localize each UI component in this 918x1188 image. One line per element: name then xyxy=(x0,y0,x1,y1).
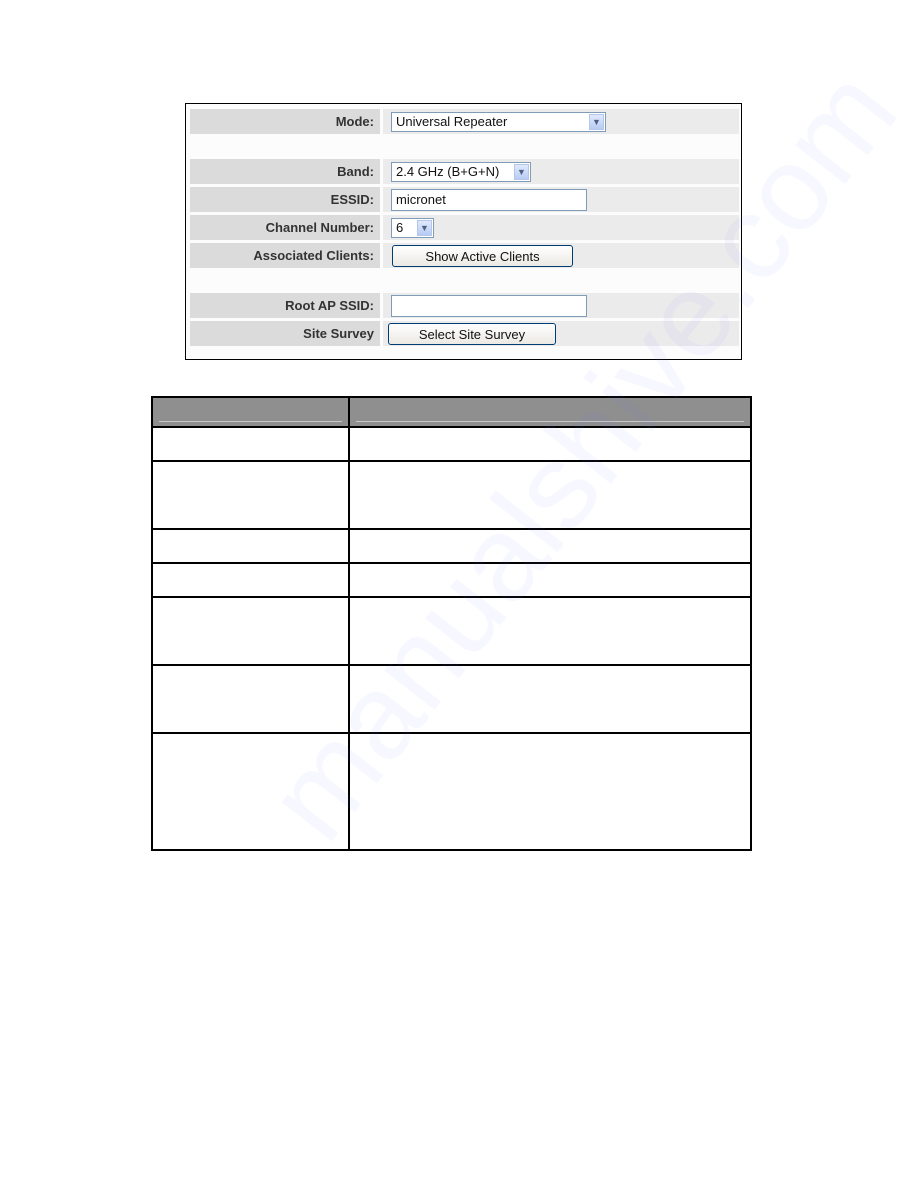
show-active-clients-button[interactable]: Show Active Clients xyxy=(392,245,573,267)
clients-label: Associated Clients: xyxy=(190,243,380,268)
table-cell xyxy=(348,732,752,851)
band-row: Band: 2.4 GHz (B+G+N) ▼ xyxy=(190,159,739,184)
table-cell xyxy=(151,528,350,564)
site-survey-label: Site Survey xyxy=(190,321,380,346)
wireless-settings-panel: Mode: Universal Repeater ▼ Band: 2.4 GHz… xyxy=(185,103,742,360)
table-cell xyxy=(151,664,350,734)
table-row xyxy=(151,596,752,666)
channel-select[interactable]: 6 ▼ xyxy=(391,218,434,238)
band-label: Band: xyxy=(190,159,380,184)
table-cell xyxy=(348,596,752,666)
table-cell xyxy=(151,426,350,462)
essid-label: ESSID: xyxy=(190,187,380,212)
root-ssid-label: Root AP SSID: xyxy=(190,293,380,318)
mode-label: Mode: xyxy=(190,109,380,134)
channel-value: 6 xyxy=(396,220,404,235)
root-ssid-input[interactable] xyxy=(391,295,587,317)
header-cell xyxy=(348,396,752,428)
table-cell xyxy=(348,426,752,462)
table-cell xyxy=(348,528,752,564)
table-cell xyxy=(151,460,350,530)
band-select[interactable]: 2.4 GHz (B+G+N) ▼ xyxy=(391,162,531,182)
table-cell xyxy=(151,732,350,851)
table-cell xyxy=(151,562,350,598)
table-row xyxy=(151,460,752,530)
table-cell xyxy=(348,562,752,598)
chevron-down-icon[interactable]: ▼ xyxy=(417,220,432,236)
table-row xyxy=(151,664,752,734)
site-survey-row: Site Survey Select Site Survey xyxy=(190,321,739,346)
table-row xyxy=(151,426,752,462)
table-row xyxy=(151,528,752,564)
header-cell xyxy=(151,396,350,428)
essid-row: ESSID: micronet xyxy=(190,187,739,212)
table-row xyxy=(151,732,752,851)
clients-row: Associated Clients: Show Active Clients xyxy=(190,243,739,268)
table-cell xyxy=(151,596,350,666)
channel-row: Channel Number: 6 ▼ xyxy=(190,215,739,240)
chevron-down-icon[interactable]: ▼ xyxy=(514,164,529,180)
table-row xyxy=(151,562,752,598)
root-ssid-row: Root AP SSID: xyxy=(190,293,739,318)
description-table xyxy=(151,396,752,851)
band-value: 2.4 GHz (B+G+N) xyxy=(396,164,500,179)
mode-select[interactable]: Universal Repeater ▼ xyxy=(391,112,606,132)
mode-value: Universal Repeater xyxy=(396,114,508,129)
table-cell xyxy=(348,664,752,734)
table-cell xyxy=(348,460,752,530)
table-header xyxy=(151,396,752,428)
select-site-survey-button[interactable]: Select Site Survey xyxy=(388,323,556,345)
essid-input[interactable]: micronet xyxy=(391,189,587,211)
mode-row: Mode: Universal Repeater ▼ xyxy=(190,109,739,134)
channel-label: Channel Number: xyxy=(190,215,380,240)
chevron-down-icon[interactable]: ▼ xyxy=(589,114,604,130)
